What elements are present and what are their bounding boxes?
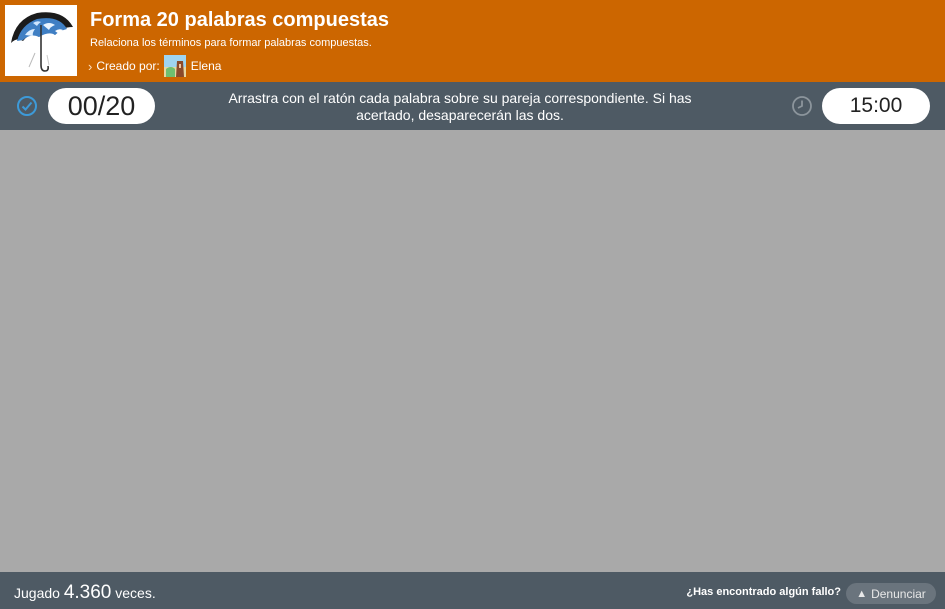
clock-icon	[792, 96, 812, 116]
report-button-label: Denunciar	[871, 586, 926, 601]
chevron-right-icon: ›	[88, 58, 93, 74]
creator-name-link[interactable]: Elena	[191, 59, 222, 73]
creator-avatar[interactable]	[163, 55, 186, 77]
umbrella-icon	[5, 5, 77, 76]
warning-icon: ▲	[856, 587, 868, 600]
creator-label: Creado por:	[96, 59, 160, 73]
check-circle-icon	[17, 96, 37, 116]
avatar-image	[163, 55, 186, 77]
game-app: Forma 20 palabras compuestas Relaciona l…	[0, 0, 945, 609]
footer-bar: Jugado 4.360 veces. ¿Has encontrado algú…	[0, 572, 945, 609]
play-count: Jugado 4.360 veces.	[14, 582, 156, 604]
timer-display: 15:00	[822, 88, 930, 124]
game-title: Forma 20 palabras compuestas	[90, 9, 390, 31]
game-header: Forma 20 palabras compuestas Relaciona l…	[0, 0, 945, 82]
play-count-number: 4.360	[63, 582, 112, 603]
play-count-suffix: veces.	[115, 585, 156, 601]
status-bar: 00/20 Arrastra con el ratón cada palabra…	[0, 82, 945, 130]
report-button[interactable]: ▲ Denunciar	[846, 583, 936, 604]
report-question: ¿Has encontrado algún fallo?	[686, 586, 841, 598]
game-thumbnail	[5, 5, 77, 76]
score-counter: 00/20	[48, 88, 155, 124]
instructions-text: Arrastra con el ratón cada palabra sobre…	[228, 90, 692, 123]
game-subtitle: Relaciona los términos para formar palab…	[90, 37, 372, 49]
creator-line: › Creado por: Elena	[88, 54, 221, 78]
game-board[interactable]	[0, 130, 945, 572]
play-count-prefix: Jugado	[14, 585, 60, 601]
